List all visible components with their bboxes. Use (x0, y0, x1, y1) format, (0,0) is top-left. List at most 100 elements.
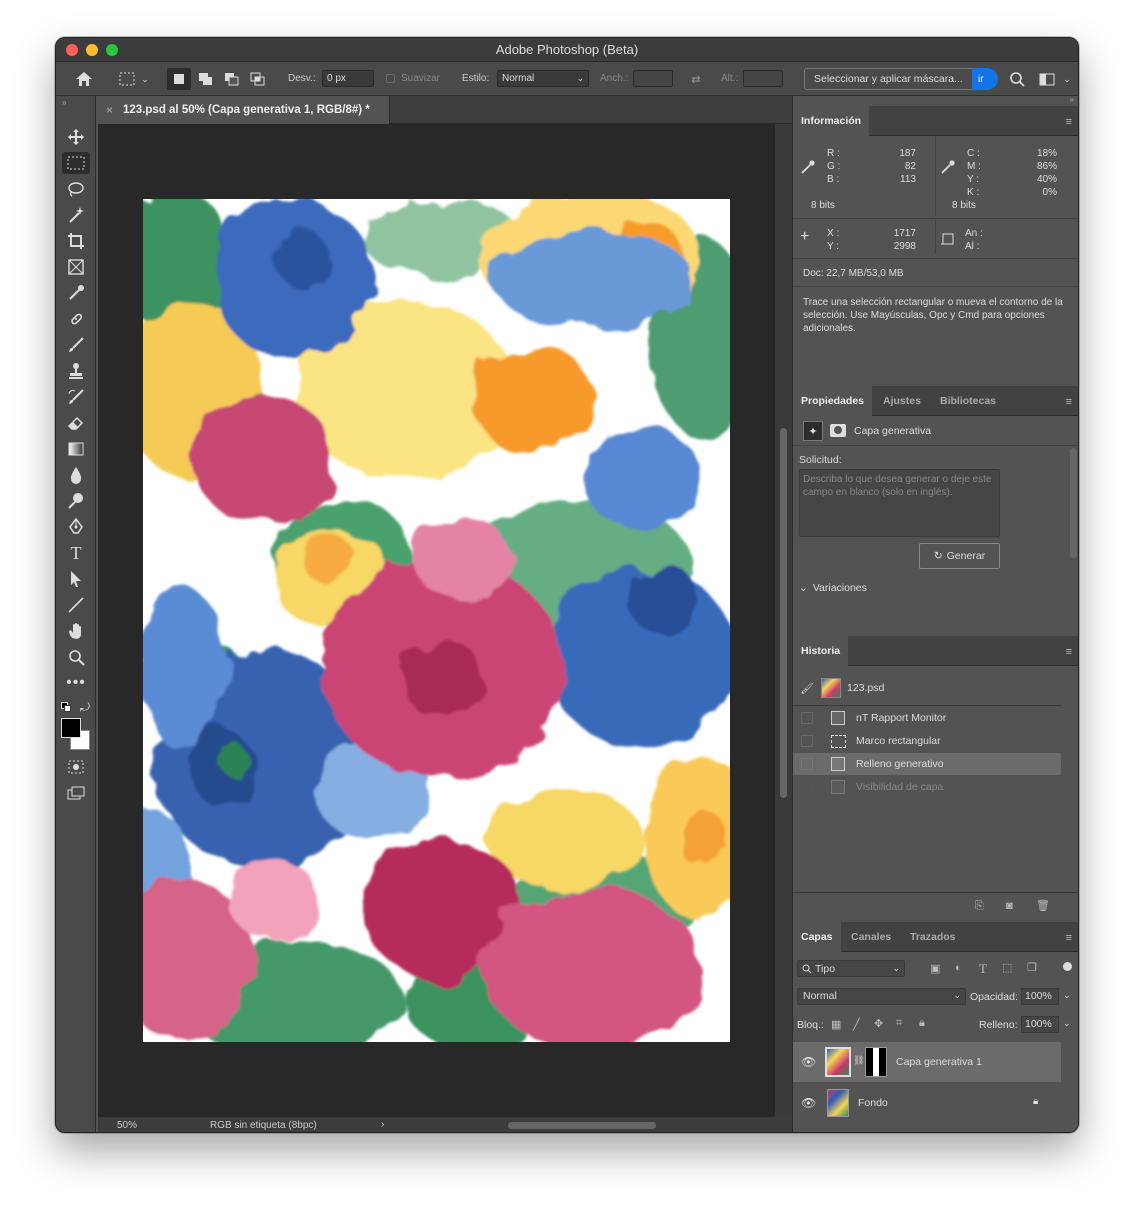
eye-icon[interactable]: 👁︎ (801, 1055, 816, 1069)
hand-tool-icon[interactable] (62, 620, 90, 642)
variations-toggle[interactable]: ⌄ Variaciones (799, 582, 867, 594)
minimize-window-button[interactable] (86, 44, 98, 56)
select-and-mask-button[interactable]: Seleccionar y aplicar máscara... (804, 68, 976, 90)
foreground-color-swatch[interactable] (61, 718, 81, 738)
collapse-panels-icon[interactable]: » (1070, 95, 1074, 104)
subtract-selection-button[interactable] (220, 68, 244, 90)
fill-input[interactable]: 100% (1021, 1016, 1059, 1033)
lock-artboard-icon[interactable]: ⌗ (896, 1017, 902, 1030)
healing-brush-tool-icon[interactable] (62, 308, 90, 330)
layer-filter-select[interactable]: Tipo ⌄ (797, 960, 905, 977)
swap-colors-icon[interactable]: ⤾ (80, 700, 90, 715)
zoom-tool-icon[interactable] (62, 646, 90, 668)
blend-mode-select[interactable]: Normal ⌄ (797, 988, 966, 1005)
collapse-icon[interactable]: » (62, 98, 66, 107)
tab-ajustes[interactable]: Ajustes (875, 386, 929, 416)
anch-input[interactable] (633, 70, 673, 87)
new-document-from-state-icon[interactable]: ⎘ (975, 900, 984, 913)
layer-row-selected[interactable]: 👁︎ ⛓︎ Capa generativa 1 (793, 1042, 1061, 1082)
default-colors-icon[interactable] (61, 702, 71, 712)
type-filter-icon[interactable]: T (979, 961, 987, 977)
chain-link-icon[interactable]: ⛓︎ (853, 1055, 864, 1066)
history-item-undone[interactable]: Visibilidad de capa (793, 776, 1061, 798)
crop-tool-icon[interactable] (62, 230, 90, 252)
gradient-tool-icon[interactable] (62, 438, 90, 460)
layer-name[interactable]: Capa generativa 1 (896, 1056, 982, 1068)
tab-informacion[interactable]: Información (793, 106, 870, 136)
chevron-down-icon[interactable]: ⌄ (1063, 990, 1071, 1001)
lock-position-icon[interactable]: ✥ (874, 1017, 883, 1030)
search-icon[interactable] (1006, 68, 1028, 90)
home-icon[interactable] (72, 68, 96, 90)
chevron-right-icon[interactable]: › (381, 1119, 384, 1130)
lasso-tool-icon[interactable] (62, 178, 90, 200)
history-checkbox[interactable] (801, 758, 813, 770)
eye-icon[interactable]: 👁︎ (801, 1096, 816, 1110)
estilo-select[interactable]: Normal ⌄ (497, 70, 589, 87)
new-selection-button[interactable] (167, 68, 191, 90)
panel-menu-icon[interactable]: ≡ (1066, 116, 1072, 128)
layer-name[interactable]: Fondo (858, 1097, 888, 1109)
more-tools-icon[interactable]: ••• (62, 672, 90, 694)
zoom-level[interactable]: 50% (117, 1120, 137, 1131)
image-filter-icon[interactable]: ▣ (930, 962, 940, 975)
close-tab-icon[interactable]: × (106, 103, 113, 117)
marquee-preset-button[interactable]: ⌄ (114, 68, 154, 90)
trash-icon[interactable]: 🗑︎ (1036, 899, 1050, 912)
camera-icon[interactable]: ◙ (1006, 900, 1013, 912)
prompt-textarea[interactable]: Describa lo que desea generar o deje est… (799, 469, 1000, 537)
dodge-tool-icon[interactable] (62, 490, 90, 512)
frame-tool-icon[interactable] (62, 256, 90, 278)
chevron-down-icon[interactable]: ⌄ (1060, 68, 1074, 90)
brush-tool-icon[interactable] (62, 334, 90, 356)
share-button[interactable]: ir (972, 68, 998, 90)
alt-input[interactable] (743, 70, 783, 87)
history-brush-tool-icon[interactable] (62, 386, 90, 408)
magic-wand-tool-icon[interactable] (62, 204, 90, 226)
watercolor-flower-artwork[interactable] (143, 199, 730, 1042)
properties-scrollbar[interactable] (1070, 448, 1077, 558)
workspace-icon[interactable] (1036, 68, 1058, 90)
desv-input[interactable]: 0 px (322, 70, 374, 87)
history-checkbox[interactable] (801, 735, 813, 747)
layer-row[interactable]: 👁︎ Fondo 🔒︎ (793, 1083, 1061, 1123)
rectangular-marquee-tool-icon[interactable] (62, 152, 90, 174)
generate-button[interactable]: ↻ Generar (919, 543, 1000, 569)
chevron-down-icon[interactable]: ⌄ (1063, 1018, 1071, 1029)
vertical-scrollbar[interactable] (775, 124, 792, 1117)
panel-menu-icon[interactable]: ≡ (1066, 932, 1072, 944)
eyedropper-tool-icon[interactable] (62, 282, 90, 304)
panel-menu-icon[interactable]: ≡ (1066, 646, 1072, 658)
screen-mode-icon[interactable] (62, 782, 90, 804)
canvas-area[interactable] (98, 124, 775, 1117)
layer-mask-thumbnail[interactable] (865, 1047, 887, 1077)
tab-historia[interactable]: Historia (793, 636, 849, 666)
close-window-button[interactable] (66, 44, 78, 56)
line-tool-icon[interactable] (62, 594, 90, 616)
tab-canales[interactable]: Canales (843, 922, 899, 952)
swap-icon[interactable]: ⇄ (686, 68, 706, 90)
history-checkbox[interactable] (801, 712, 813, 724)
lock-brush-icon[interactable]: ╱ (853, 1018, 860, 1031)
lock-pixels-icon[interactable]: ▦ (831, 1018, 841, 1031)
pen-tool-icon[interactable] (62, 516, 90, 538)
quick-mask-icon[interactable] (62, 756, 90, 778)
document-tab[interactable]: × 123.psd al 50% (Capa generativa 1, RGB… (98, 96, 390, 124)
adjustment-filter-icon[interactable]: ◐ (955, 962, 962, 974)
suavizar-checkbox[interactable] (386, 74, 395, 83)
panel-menu-icon[interactable]: ≡ (1066, 396, 1072, 408)
tab-capas[interactable]: Capas (793, 922, 841, 952)
history-snapshot[interactable]: 🖌︎ 123.psd (793, 672, 1061, 704)
maximize-window-button[interactable] (106, 44, 118, 56)
move-tool-icon[interactable] (62, 126, 90, 148)
history-item[interactable]: Marco rectangular (793, 730, 1061, 752)
history-item[interactable]: nT Rapport Monitor (793, 707, 1061, 729)
tab-bibliotecas[interactable]: Bibliotecas (932, 386, 1004, 416)
clone-stamp-tool-icon[interactable] (62, 360, 90, 382)
blur-tool-icon[interactable] (62, 464, 90, 486)
intersect-selection-button[interactable] (246, 68, 270, 90)
lock-all-icon[interactable]: 🔒︎ (919, 1017, 925, 1030)
history-checkbox[interactable] (801, 781, 813, 793)
smart-object-filter-icon[interactable]: ❐ (1027, 961, 1037, 974)
history-item-selected[interactable]: Relleno generativo (793, 753, 1061, 775)
